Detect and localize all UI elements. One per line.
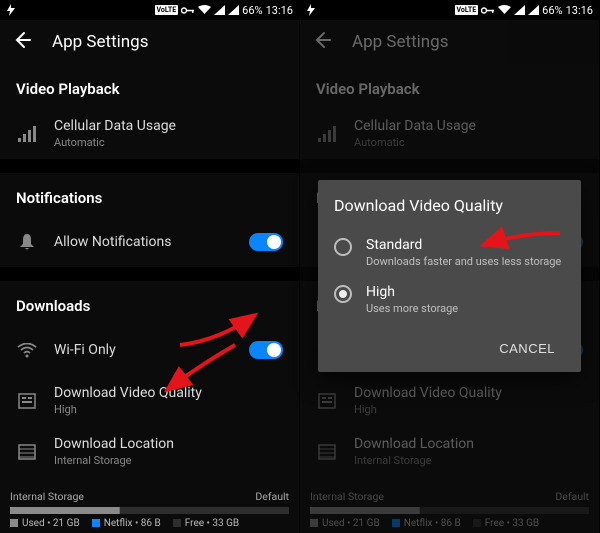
download-quality-dialog: Download Video Quality Standard Download… xyxy=(318,180,581,372)
storage-icon xyxy=(316,444,338,460)
page-title: App Settings xyxy=(52,32,148,52)
title-bar: App Settings xyxy=(0,20,299,64)
download-quality-value: High xyxy=(54,403,283,416)
storage-icon xyxy=(16,444,38,460)
legend-netflix: Netflix • 86 B xyxy=(92,518,161,529)
download-quality-label: Download Video Quality xyxy=(54,385,283,401)
storage-bar-used xyxy=(10,507,119,514)
download-location-value: Internal Storage xyxy=(54,454,283,467)
toggle-notifications[interactable] xyxy=(249,233,283,251)
key-icon xyxy=(181,6,195,15)
lightning-icon xyxy=(6,4,16,16)
volte-badge: VoLTE xyxy=(155,5,179,15)
screen-right: VoLTE 66% 13:16 App Settings Video Playb… xyxy=(300,0,600,533)
signal-bars-icon xyxy=(16,126,38,142)
storage-bar xyxy=(310,507,589,514)
row-cellular-data: Cellular Data Usage Automatic xyxy=(300,108,599,159)
legend-free: Free • 33 GB xyxy=(173,518,239,529)
row-download-location: Download Location Internal Storage xyxy=(300,426,599,477)
row-download-quality: Download Video Quality High xyxy=(300,375,599,426)
download-location-label: Download Location xyxy=(354,436,583,452)
option-standard-label: Standard xyxy=(366,237,565,253)
title-bar: App Settings xyxy=(300,20,599,64)
download-location-value: Internal Storage xyxy=(354,454,583,467)
storage-label: Internal Storage xyxy=(310,490,384,503)
key-icon xyxy=(481,6,495,15)
row-cellular-data[interactable]: Cellular Data Usage Automatic xyxy=(0,108,299,159)
back-icon[interactable] xyxy=(12,30,32,54)
wifi-row-icon xyxy=(16,343,38,358)
toggle-wifi-only[interactable] xyxy=(249,341,283,359)
option-high[interactable]: High Uses more storage xyxy=(334,276,565,323)
download-quality-value: High xyxy=(354,403,583,416)
wifi-icon xyxy=(498,5,511,15)
signal-bars-icon xyxy=(316,126,338,142)
back-icon[interactable] xyxy=(312,30,332,54)
storage-bar-netflix xyxy=(119,507,120,514)
clock: 13:16 xyxy=(566,4,593,17)
dialog-title: Download Video Quality xyxy=(334,196,565,215)
storage-bar-netflix xyxy=(419,507,420,514)
status-bar: VoLTE 66% 13:16 xyxy=(0,0,299,20)
cellular-label: Cellular Data Usage xyxy=(354,118,583,134)
download-quality-label: Download Video Quality xyxy=(354,385,583,401)
option-high-label: High xyxy=(366,284,565,300)
lightning-icon xyxy=(306,4,316,16)
storage-right: Default xyxy=(555,490,589,503)
quality-icon xyxy=(316,393,338,409)
download-location-label: Download Location xyxy=(54,436,283,452)
storage-footer: Internal Storage Default Used • 21 GB Ne… xyxy=(0,484,299,533)
row-wifi-only[interactable]: Wi-Fi Only xyxy=(0,325,299,375)
storage-footer: Internal Storage Default Used • 21 GB Ne… xyxy=(300,484,599,533)
bell-icon xyxy=(16,233,38,251)
radio-standard[interactable] xyxy=(334,238,352,256)
storage-label: Internal Storage xyxy=(10,490,84,503)
section-video-header: Video Playback xyxy=(300,64,599,108)
option-standard[interactable]: Standard Downloads faster and uses less … xyxy=(334,229,565,276)
clock: 13:16 xyxy=(266,4,293,17)
storage-bar xyxy=(10,507,289,514)
page-title: App Settings xyxy=(352,32,448,52)
volte-badge: VoLTE xyxy=(455,5,479,15)
section-notifications-header: Notifications xyxy=(0,173,299,217)
row-allow-notifications[interactable]: Allow Notifications xyxy=(0,217,299,267)
option-high-desc: Uses more storage xyxy=(366,302,565,315)
radio-high[interactable] xyxy=(334,285,352,303)
allow-notifications-label: Allow Notifications xyxy=(54,234,233,250)
cancel-button[interactable]: CANCEL xyxy=(489,333,565,364)
cellular-value: Automatic xyxy=(354,136,583,149)
option-standard-desc: Downloads faster and uses less storage xyxy=(366,255,565,268)
signal-icon-2 xyxy=(228,5,239,15)
storage-bar-used xyxy=(310,507,419,514)
legend-netflix: Netflix • 86 B xyxy=(392,518,461,529)
storage-right: Default xyxy=(255,490,289,503)
legend-free: Free • 33 GB xyxy=(473,518,539,529)
quality-icon xyxy=(16,393,38,409)
signal-icon xyxy=(514,5,525,15)
wifi-only-label: Wi-Fi Only xyxy=(54,342,233,358)
cellular-label: Cellular Data Usage xyxy=(54,118,283,134)
wifi-icon xyxy=(198,5,211,15)
signal-icon-2 xyxy=(528,5,539,15)
legend-used: Used • 21 GB xyxy=(310,518,380,529)
battery-pct: 66% xyxy=(542,4,562,17)
section-downloads-header: Downloads xyxy=(0,281,299,325)
signal-icon xyxy=(214,5,225,15)
legend-used: Used • 21 GB xyxy=(10,518,80,529)
screen-left: VoLTE 66% 13:16 App Settings Video Playb… xyxy=(0,0,300,533)
settings-content: Video Playback Cellular Data Usage Autom… xyxy=(0,64,299,484)
battery-pct: 66% xyxy=(242,4,262,17)
section-video-header: Video Playback xyxy=(0,64,299,108)
cellular-value: Automatic xyxy=(54,136,283,149)
row-download-quality[interactable]: Download Video Quality High xyxy=(0,375,299,426)
row-download-location[interactable]: Download Location Internal Storage xyxy=(0,426,299,477)
status-bar: VoLTE 66% 13:16 xyxy=(300,0,599,20)
